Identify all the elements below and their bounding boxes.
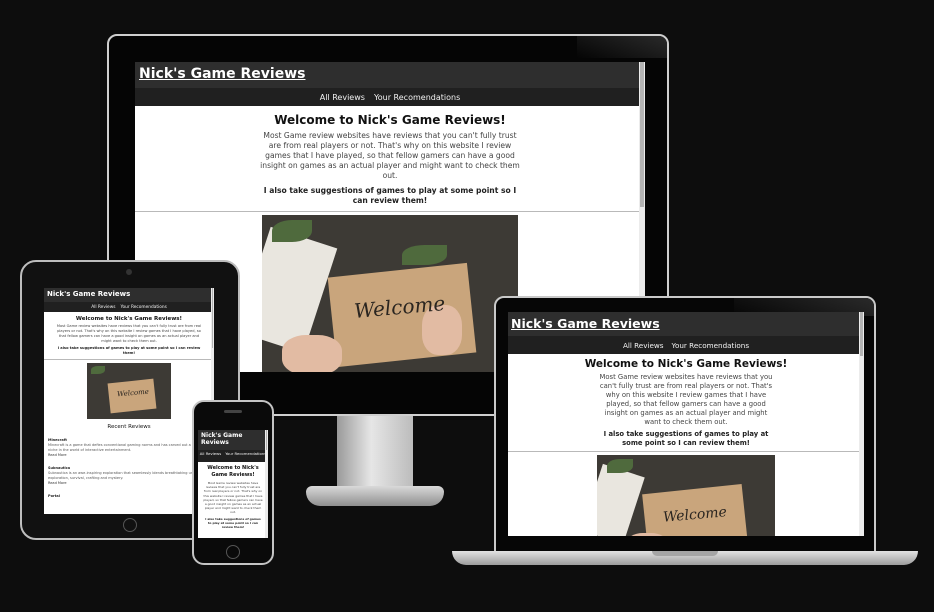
phone-speaker bbox=[224, 410, 242, 413]
site-title-link[interactable]: Nick's Game Reviews bbox=[139, 66, 641, 82]
scrollbar-thumb[interactable] bbox=[212, 288, 213, 348]
scrollbar-thumb[interactable] bbox=[860, 312, 863, 356]
read-more-link[interactable]: Read More bbox=[48, 453, 210, 458]
suggestion-text: I also take suggestions of games to play… bbox=[603, 430, 769, 447]
read-more-link[interactable]: Read More bbox=[48, 481, 210, 486]
nav-all-reviews[interactable]: All Reviews bbox=[623, 341, 664, 350]
scrollbar-thumb[interactable] bbox=[640, 62, 644, 207]
scrollbar[interactable] bbox=[265, 430, 268, 538]
recent-reviews-heading: Recent Reviews bbox=[107, 424, 151, 430]
nav-your-recomendations[interactable]: Your Recomendations bbox=[672, 341, 750, 350]
scrollbar-thumb[interactable] bbox=[266, 430, 267, 450]
site-title-link[interactable]: Nick's Game Reviews bbox=[47, 290, 211, 298]
nav-all-reviews[interactable]: All Reviews bbox=[91, 305, 115, 310]
nav-your-recomendations[interactable]: Your Recomendations bbox=[374, 93, 460, 102]
scrollbar[interactable] bbox=[859, 312, 864, 536]
hero-image: Welcome bbox=[597, 455, 775, 536]
site-header: Nick's Game Reviews bbox=[44, 288, 214, 302]
intro-paragraph: Most Game review websites have reviews t… bbox=[599, 373, 773, 426]
review-list: Minecraft Minecraft is a game that defie… bbox=[44, 438, 214, 499]
hero-image: Welcome bbox=[87, 363, 171, 419]
welcome-heading: Welcome to Nick's Game Reviews! bbox=[75, 316, 183, 322]
site-header: Nick's Game Reviews bbox=[508, 312, 864, 336]
suggestion-text: I also take suggestions of games to play… bbox=[263, 186, 517, 205]
phone-device: Nick's Game Reviews All Reviews Your Rec… bbox=[192, 400, 274, 565]
monitor-gloss bbox=[577, 36, 667, 58]
suggestion-text: I also take suggestions of games to play… bbox=[57, 346, 201, 355]
tablet-site: Nick's Game Reviews All Reviews Your Rec… bbox=[44, 288, 214, 514]
nav-all-reviews[interactable]: All Reviews bbox=[200, 451, 221, 462]
suggestion-text: I also take suggestions of games to play… bbox=[205, 516, 261, 530]
intro-paragraph: Most Game review websites have reviews t… bbox=[56, 324, 202, 343]
site-title-link[interactable]: Nick's Game Reviews bbox=[201, 432, 265, 446]
nav-your-recomendations[interactable]: Your Recomendations bbox=[120, 305, 166, 310]
site-nav: All Reviews Your Recomendations bbox=[135, 88, 645, 106]
welcome-heading: Welcome to Nick's Game Reviews! bbox=[274, 113, 506, 127]
nav-all-reviews[interactable]: All Reviews bbox=[320, 93, 365, 102]
review-excerpt: Minecraft is a game that defies conventi… bbox=[48, 443, 204, 452]
laptop-site: Nick's Game Reviews All Reviews Your Rec… bbox=[508, 312, 864, 536]
laptop-device: Nick's Game Reviews All Reviews Your Rec… bbox=[494, 296, 876, 554]
laptop-notch bbox=[652, 551, 718, 556]
phone-site: Nick's Game Reviews All Reviews Your Rec… bbox=[198, 430, 268, 538]
site-nav: All Reviews Your Recomendations bbox=[198, 450, 268, 462]
divider bbox=[44, 359, 214, 360]
nav-your-recomendations[interactable]: Your Recomendations bbox=[225, 451, 266, 462]
review-title[interactable]: Portal bbox=[48, 494, 210, 499]
tablet-home-button[interactable] bbox=[123, 518, 137, 532]
divider bbox=[135, 211, 645, 212]
site-title-link[interactable]: Nick's Game Reviews bbox=[511, 316, 861, 331]
phone-home-button[interactable] bbox=[226, 545, 240, 559]
tablet-camera bbox=[126, 269, 132, 275]
welcome-heading: Welcome to Nick's Game Reviews! bbox=[584, 358, 788, 370]
site-header: Nick's Game Reviews bbox=[135, 62, 645, 88]
intro-paragraph: Most Game review websites have reviews t… bbox=[260, 131, 520, 180]
site-nav: All Reviews Your Recomendations bbox=[508, 336, 864, 354]
site-header: Nick's Game Reviews bbox=[198, 430, 268, 450]
site-nav: All Reviews Your Recomendations bbox=[44, 302, 214, 312]
monitor-stand-base bbox=[306, 486, 444, 506]
welcome-heading: Welcome to Nick's Game Reviews! bbox=[207, 465, 259, 478]
divider bbox=[508, 451, 864, 452]
monitor-stand-neck bbox=[337, 416, 413, 490]
review-excerpt: Subnautica is an awe-inspiring explorati… bbox=[48, 471, 209, 480]
intro-paragraph: Most Game review websites have reviews t… bbox=[203, 481, 263, 515]
hero-image: Welcome bbox=[262, 215, 518, 372]
